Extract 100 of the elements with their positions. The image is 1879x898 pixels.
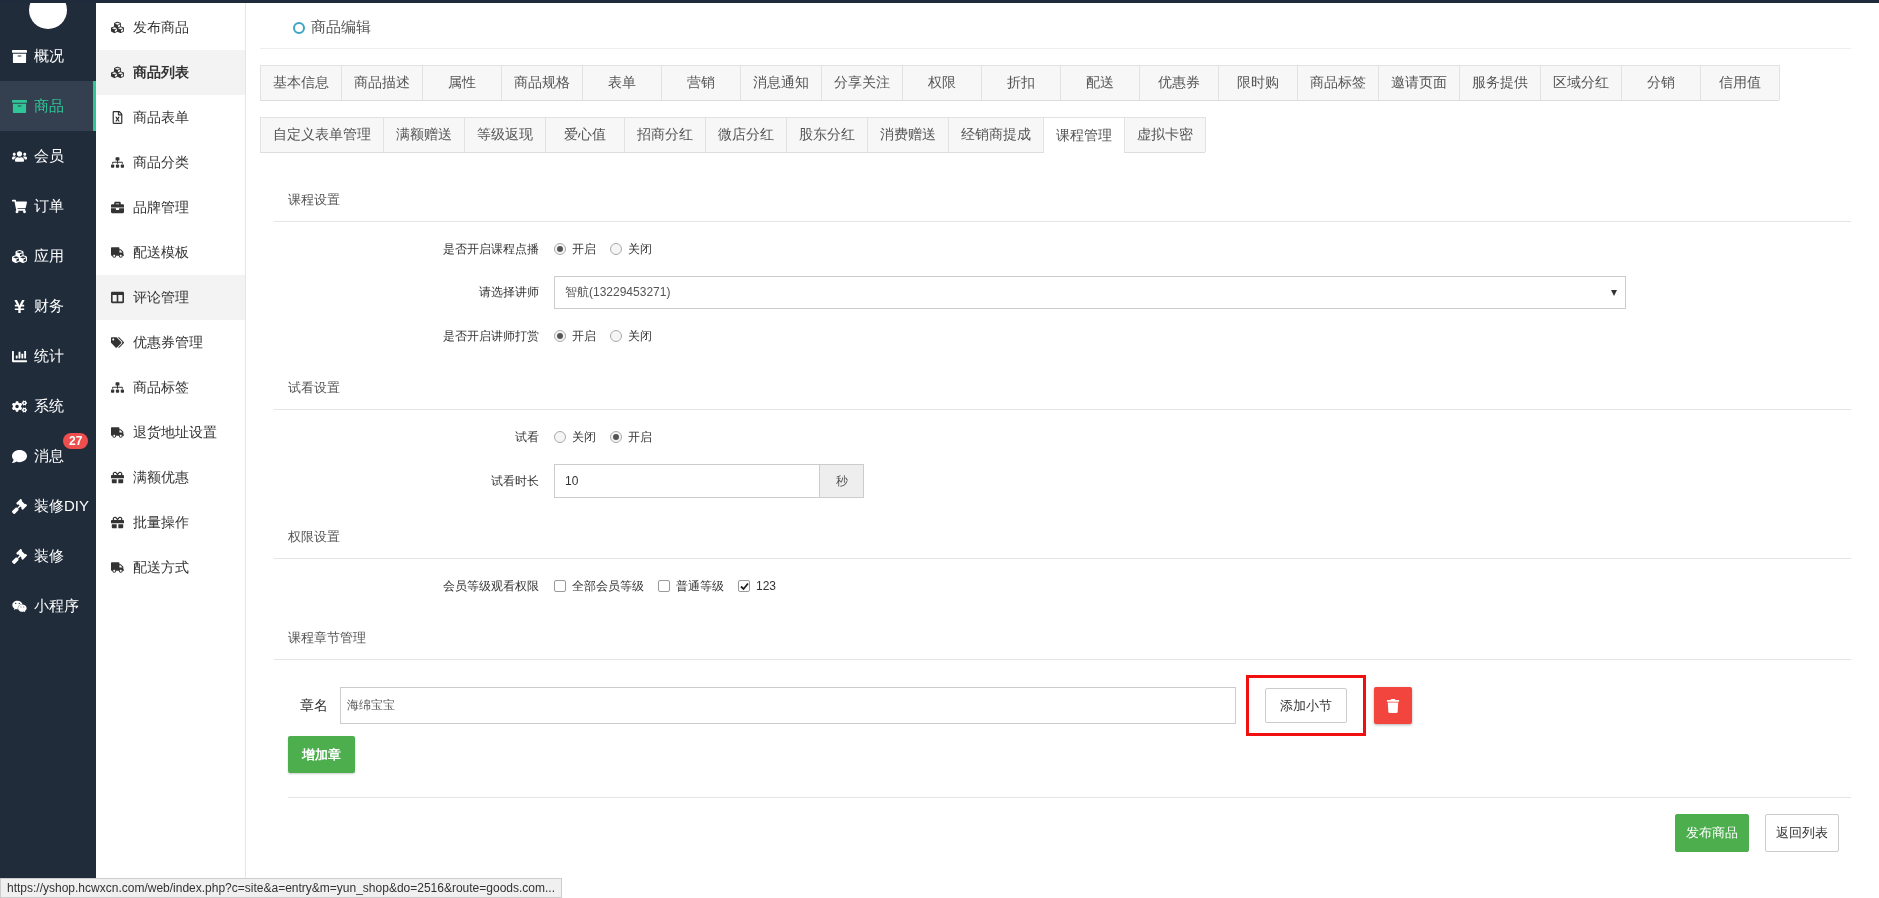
checkbox[interactable] [554, 580, 566, 592]
tab[interactable]: 商品规格 [501, 65, 583, 100]
gavel-icon [12, 498, 27, 514]
field-label: 会员等级观看权限 [442, 577, 540, 595]
nav-item[interactable]: 系统 [0, 381, 96, 431]
tab[interactable]: 邀请页面 [1378, 65, 1460, 100]
nav-label: 商品 [34, 96, 64, 116]
tab[interactable]: 招商分红 [624, 117, 706, 152]
tab[interactable]: 等级返现 [464, 117, 546, 152]
tab[interactable]: 微店分红 [705, 117, 787, 152]
tab[interactable]: 优惠券 [1139, 65, 1219, 100]
nav-item[interactable]: 概况 [0, 31, 96, 81]
tab[interactable]: 爱心值 [545, 117, 625, 152]
subnav-label: 配送模板 [133, 243, 189, 262]
subnav-label: 商品列表 [133, 63, 189, 82]
nav-item[interactable]: 商品 [0, 81, 96, 131]
trash-icon [1386, 698, 1400, 713]
subnav-label: 商品表单 [133, 108, 189, 127]
radio-button[interactable] [610, 243, 622, 255]
tab[interactable]: 折扣 [981, 65, 1061, 100]
tab[interactable]: 区域分红 [1540, 65, 1622, 100]
nav-label: 消息 [34, 446, 64, 466]
radio-button[interactable] [554, 243, 566, 255]
bar-chart-icon [12, 348, 27, 364]
circle-icon [293, 21, 305, 34]
field-label: 请选择讲师 [478, 284, 540, 301]
chapter-name-field[interactable]: 海绵宝宝 [340, 687, 1236, 724]
tab[interactable]: 属性 [422, 65, 502, 100]
field-label: 试看 [514, 428, 540, 446]
radio-button[interactable] [554, 431, 566, 443]
nav-item[interactable]: 装修DIY [0, 481, 96, 531]
tab[interactable]: 服务提供 [1459, 65, 1541, 100]
radio-button[interactable] [610, 431, 622, 443]
footer-button[interactable]: 返回列表 [1765, 814, 1839, 852]
checkbox[interactable] [658, 580, 670, 592]
nav-item[interactable]: 会员 [0, 131, 96, 181]
nav-item[interactable]: 财务 [0, 281, 96, 331]
nav-item[interactable]: 订单 [0, 181, 96, 231]
section-title: 课程章节管理 [274, 629, 1851, 660]
subnav-label: 商品分类 [133, 153, 189, 172]
nav-item[interactable]: 应用 [0, 231, 96, 281]
tab[interactable]: 分享关注 [821, 65, 903, 100]
option-label: 开启 [572, 327, 596, 345]
archive-icon [12, 98, 27, 114]
tab[interactable]: 自定义表单管理 [260, 117, 384, 152]
add-section-button[interactable]: 添加小节 [1265, 688, 1347, 723]
nav-label: 财务 [34, 296, 64, 316]
nav-item[interactable]: 装修 [0, 531, 96, 581]
tab[interactable]: 满额赠送 [383, 117, 465, 152]
option-label: 普通等级 [676, 577, 724, 595]
caret-icon [1611, 289, 1617, 296]
tab[interactable]: 课程管理 [1043, 117, 1125, 153]
truck-icon [111, 561, 124, 574]
subnav-label: 批量操作 [133, 513, 189, 532]
teacher-select[interactable]: 智航(13229453271) [554, 276, 1626, 309]
tab[interactable]: 商品标签 [1297, 65, 1379, 100]
tab[interactable]: 商品描述 [341, 65, 423, 100]
tab[interactable]: 配送 [1060, 65, 1140, 100]
field-label: 试看时长 [490, 472, 540, 490]
subnav-label: 品牌管理 [133, 198, 189, 217]
tab[interactable]: 基本信息 [260, 65, 342, 100]
nav-item[interactable]: 消息 27 [0, 431, 96, 481]
radio-button[interactable] [610, 330, 622, 342]
tab[interactable]: 分销 [1621, 65, 1701, 100]
option-label: 关闭 [628, 327, 652, 345]
tab[interactable]: 虚拟卡密 [1124, 117, 1206, 152]
archive-icon [12, 48, 27, 64]
chat-bubbles-icon [12, 598, 27, 614]
users-icon [12, 148, 27, 164]
unit-addon: 秒 [820, 464, 864, 498]
option-label: 全部会员等级 [572, 577, 644, 595]
radio-button[interactable] [554, 330, 566, 342]
nav-item[interactable]: 统计 [0, 331, 96, 381]
nav-item[interactable]: 小程序 [0, 581, 96, 631]
tags-icon [111, 336, 124, 349]
tab[interactable]: 消息通知 [740, 65, 822, 100]
file-icon [111, 111, 124, 124]
subnav-label: 配送方式 [133, 558, 189, 577]
nav-label: 订单 [34, 196, 64, 216]
tab[interactable]: 信用值 [1700, 65, 1780, 100]
section-title: 课程设置 [274, 191, 1851, 222]
tab[interactable]: 经销商提成 [948, 117, 1044, 152]
field-label: 是否开启讲师打赏 [442, 327, 540, 345]
subnav-item[interactable]: 评论管理 [96, 275, 245, 320]
gears-icon [12, 398, 27, 414]
checkbox[interactable] [738, 580, 750, 592]
nav-label: 概况 [34, 46, 64, 66]
tab[interactable]: 营销 [661, 65, 741, 100]
page-title: 商品编辑 [311, 18, 371, 37]
tab[interactable]: 股东分红 [786, 117, 868, 152]
truck-icon [111, 426, 124, 439]
subnav-label: 商品标签 [133, 378, 189, 397]
tab[interactable]: 权限 [902, 65, 982, 100]
duration-field[interactable]: 10 [554, 464, 820, 498]
tab[interactable]: 限时购 [1218, 65, 1298, 100]
tab[interactable]: 消费赠送 [867, 117, 949, 152]
subnav-item[interactable]: 商品列表 [96, 50, 245, 95]
delete-button[interactable] [1374, 687, 1412, 724]
tab[interactable]: 表单 [582, 65, 662, 100]
speech-bubble-icon [12, 448, 27, 464]
